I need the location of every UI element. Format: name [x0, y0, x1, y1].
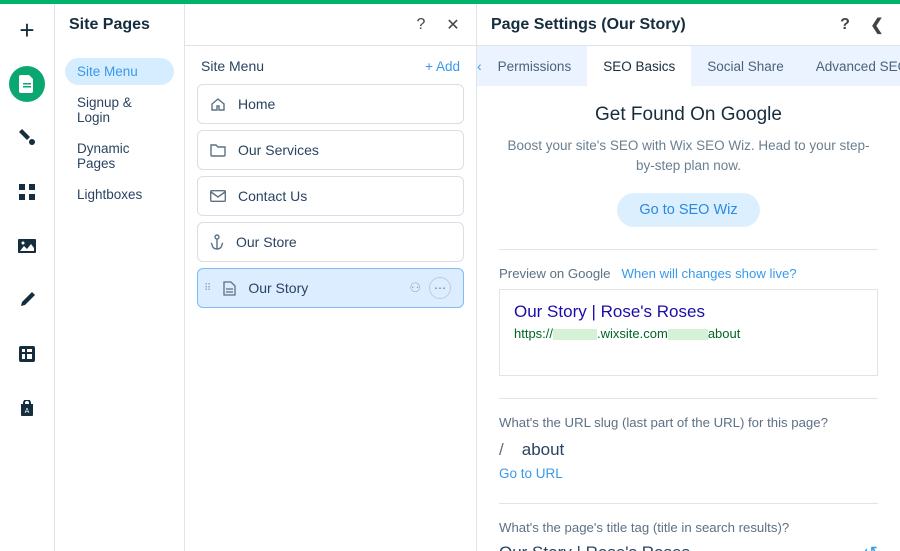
back-icon[interactable]: ❮ — [868, 15, 886, 35]
tab-permissions[interactable]: Permissions — [482, 46, 588, 86]
seo-promo-heading: Get Found On Google — [499, 104, 878, 126]
anchor-icon — [210, 234, 224, 250]
help-icon[interactable]: ? — [412, 16, 430, 34]
redacted-segment — [553, 329, 597, 340]
seo-promo-subtext: Boost your site's SEO with Wix SEO Wiz. … — [499, 136, 878, 177]
reset-icon[interactable]: ↺ — [863, 543, 878, 551]
data-rail-button[interactable] — [9, 336, 45, 372]
url-slug-input[interactable]: about — [522, 440, 565, 460]
svg-text:A: A — [25, 408, 30, 415]
drag-handle-icon[interactable]: ⠿ — [204, 283, 211, 294]
menu-item-label: Home — [238, 96, 275, 112]
redacted-segment — [668, 329, 708, 340]
site-pages-title: Site Pages — [69, 16, 150, 34]
pages-rail-button[interactable] — [9, 66, 45, 102]
pen-icon — [18, 291, 36, 309]
help-icon[interactable]: ? — [836, 16, 854, 34]
store-rail-button[interactable]: A — [9, 390, 45, 426]
mail-icon — [210, 190, 226, 202]
google-preview-box: Our Story | Rose's Roses https://.wixsit… — [499, 289, 878, 376]
pages-nav-dynamic-pages[interactable]: Dynamic Pages — [65, 135, 174, 177]
tab-advanced-seo[interactable]: Advanced SEO — [800, 46, 900, 86]
pages-nav-site-menu[interactable]: Site Menu — [65, 58, 174, 85]
pages-nav-lightboxes[interactable]: Lightboxes — [65, 181, 174, 208]
page-icon — [19, 75, 35, 93]
menu-item-label: Our Story — [248, 280, 308, 296]
menu-item-label: Our Store — [236, 234, 297, 250]
bag-icon: A — [19, 400, 35, 416]
add-button[interactable]: + — [9, 12, 45, 48]
tab-social-share[interactable]: Social Share — [691, 46, 800, 86]
menu-item-our-services[interactable]: Our Services — [197, 130, 464, 170]
pages-nav-signup-login[interactable]: Signup & Login — [65, 89, 174, 131]
menu-item-home[interactable]: Home — [197, 84, 464, 124]
theme-rail-button[interactable] — [9, 120, 45, 156]
paint-icon — [19, 129, 35, 147]
more-options-button[interactable]: ⋯ — [429, 277, 451, 299]
menu-item-label: Contact Us — [238, 188, 307, 204]
page-settings-panel: Page Settings (Our Story) ? ❮ ‹ Permissi… — [477, 4, 900, 551]
google-preview-label: Preview on Google — [499, 266, 610, 281]
slug-slash: / — [499, 440, 504, 460]
blog-rail-button[interactable] — [9, 282, 45, 318]
home-icon — [210, 96, 226, 112]
tab-seo-basics[interactable]: SEO Basics — [587, 46, 691, 86]
media-rail-button[interactable] — [9, 228, 45, 264]
page-settings-title: Page Settings (Our Story) — [491, 16, 686, 34]
google-preview-url: https://.wixsite.comabout — [514, 326, 863, 341]
title-tag-input[interactable]: Our Story | Rose's Roses — [499, 543, 690, 551]
site-menu-panel: ? ✕ Site Menu + Add Home Our Services Co… — [185, 4, 477, 551]
url-slug-label: What's the URL slug (last part of the UR… — [499, 415, 878, 430]
folder-icon — [210, 143, 226, 157]
menu-item-label: Our Services — [238, 142, 319, 158]
google-preview-title: Our Story | Rose's Roses — [514, 302, 863, 322]
site-pages-panel: Site Pages Site Menu Signup & Login Dyna… — [55, 4, 185, 551]
left-tool-rail: + A — [0, 4, 55, 551]
add-page-button[interactable]: + Add — [425, 59, 460, 74]
changes-live-link[interactable]: When will changes show live? — [621, 266, 796, 281]
site-menu-subtitle: Site Menu — [201, 58, 264, 74]
apps-rail-button[interactable] — [9, 174, 45, 210]
visibility-icon[interactable]: ⚇ — [409, 280, 421, 296]
go-to-seo-wiz-button[interactable]: Go to SEO Wiz — [617, 193, 759, 227]
table-icon — [19, 346, 35, 362]
close-icon[interactable]: ✕ — [444, 15, 462, 35]
image-icon — [18, 239, 36, 253]
menu-item-contact-us[interactable]: Contact Us — [197, 176, 464, 216]
page-icon — [223, 281, 236, 296]
menu-item-our-story[interactable]: ⠿ Our Story ⚇ ⋯ — [197, 268, 464, 308]
go-to-url-link[interactable]: Go to URL — [499, 466, 878, 481]
settings-tabs: ‹ Permissions SEO Basics Social Share Ad… — [477, 46, 900, 86]
grid-icon — [19, 184, 35, 200]
title-tag-label: What's the page's title tag (title in se… — [499, 520, 878, 535]
menu-item-our-store[interactable]: Our Store — [197, 222, 464, 262]
